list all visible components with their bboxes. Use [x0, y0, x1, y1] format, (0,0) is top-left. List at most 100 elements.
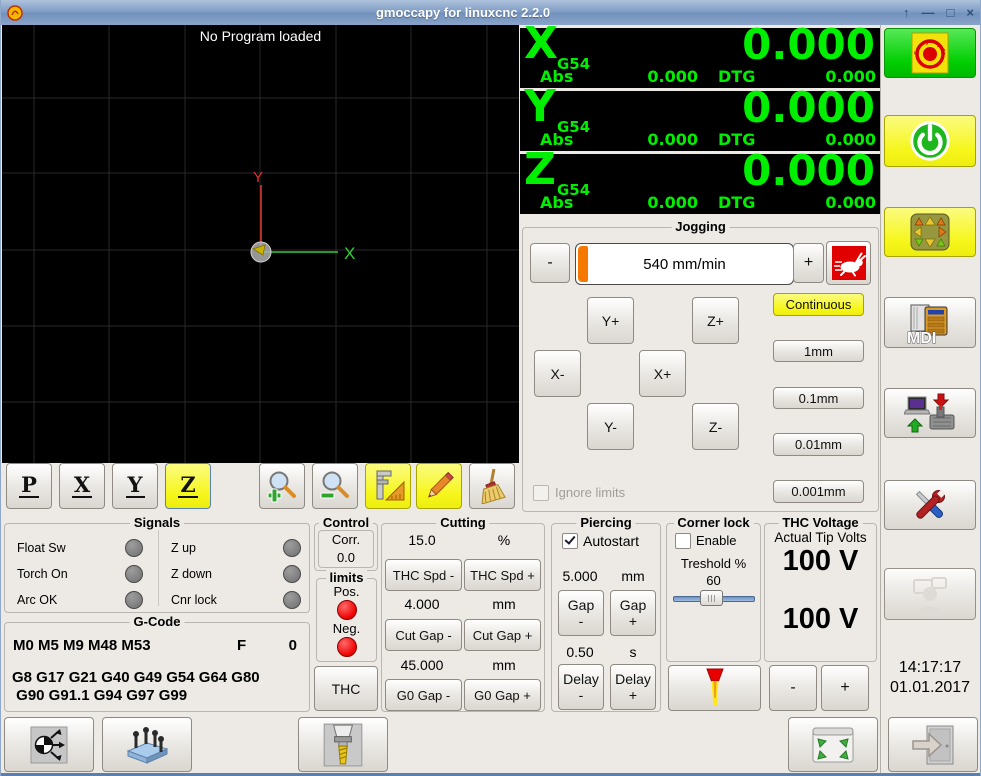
cut-gap-plus-button[interactable]: Cut Gap + — [464, 619, 541, 651]
zoom-out-icon — [320, 471, 349, 499]
pencil-icon — [427, 471, 454, 498]
zoom-in-icon — [267, 471, 296, 503]
auto-mode-button[interactable] — [884, 388, 976, 438]
dro-z-abs-value: 0.000 — [647, 193, 698, 212]
jog-speed-slider[interactable]: 540 mm/min — [575, 243, 794, 285]
user-settings-button — [884, 568, 976, 620]
manual-mode-button[interactable] — [884, 207, 976, 257]
thc-button[interactable]: THC — [314, 666, 378, 711]
gcode-preview[interactable]: Y X No Program loaded — [2, 25, 519, 463]
jog-z-plus-button[interactable]: Z+ — [692, 297, 739, 344]
jog-arrows-icon — [910, 213, 950, 251]
thc-speed-plus-button[interactable]: THC Spd + — [464, 559, 541, 591]
correction-display: Corr. 0.0 — [318, 530, 374, 568]
limits-title: limits — [325, 570, 368, 585]
jog-y-plus-button[interactable]: Y+ — [587, 297, 634, 344]
increment-1mm-button[interactable]: 1mm — [773, 340, 864, 362]
jog-speed-plus-button[interactable]: + — [793, 243, 824, 283]
window-title: gmoccapy for linuxcnc 2.2.0 — [375, 5, 551, 20]
g0-gap-unit: mm — [492, 657, 516, 673]
jog-x-minus-button[interactable]: X- — [534, 350, 581, 397]
threshold-value: 60 — [706, 573, 721, 588]
pierce-delay-minus-button[interactable]: Delay - — [558, 664, 604, 710]
dro-axis-y[interactable]: Y G54 0.000 Abs 0.000 DTG 0.000 — [520, 82, 881, 151]
machine-on-button[interactable] — [884, 115, 976, 167]
rabbit-icon — [831, 246, 866, 280]
touch-off-button[interactable] — [4, 717, 94, 772]
increment-0p1mm-button[interactable]: 0.1mm — [773, 387, 864, 409]
dro-x-value: 0.000 — [742, 20, 875, 69]
close-icon[interactable]: × — [966, 5, 974, 20]
settings-button[interactable] — [884, 480, 976, 530]
touch-plate-icon — [126, 726, 169, 764]
limits-frame: limits Pos. Neg. — [316, 570, 377, 662]
pierce-gap-minus-button[interactable]: Gap - — [558, 590, 604, 636]
app-icon — [7, 4, 23, 21]
g0-gap-minus-button[interactable]: G0 Gap - — [385, 679, 462, 711]
tool-change-button[interactable] — [298, 717, 388, 772]
zoom-in-button[interactable] — [259, 463, 305, 509]
power-icon — [910, 121, 950, 161]
threshold-slider-handle[interactable] — [700, 590, 723, 606]
dro-axis-z[interactable]: Z G54 0.000 Abs 0.000 DTG 0.000 — [520, 145, 881, 214]
jog-x-plus-button[interactable]: X+ — [639, 350, 686, 397]
g0-gap-plus-button[interactable]: G0 Gap + — [464, 679, 541, 711]
minimize-icon[interactable]: — — [922, 5, 935, 20]
x-axis-label: X — [344, 244, 355, 263]
jogging-frame: Jogging - 540 mm/min + Y+ Z+ X- X+ Y- Z-… — [522, 219, 879, 512]
dro-x-letter: X — [524, 18, 558, 69]
increment-continuous-button[interactable]: Continuous — [773, 293, 864, 316]
signal-float-sw-led — [125, 539, 143, 557]
zero-offset-icon — [30, 726, 68, 763]
threshold-label: Treshold % — [680, 556, 747, 571]
jog-z-minus-button[interactable]: Z- — [692, 403, 739, 450]
view-p-button[interactable]: P — [6, 463, 52, 509]
fullscreen-button[interactable] — [788, 717, 878, 772]
cut-gap-minus-button[interactable]: Cut Gap - — [385, 619, 462, 651]
view-x-button[interactable]: X — [59, 463, 105, 509]
thc-actual-voltage: 100 V — [782, 603, 859, 635]
threshold-slider[interactable] — [673, 590, 755, 606]
thc-voltage-plus-button[interactable]: + — [821, 665, 869, 711]
pierce-gap-plus-button[interactable]: Gap + — [610, 590, 656, 636]
y-axis-label: Y — [253, 169, 263, 186]
exit-button[interactable] — [888, 717, 978, 772]
increment-0p01mm-button[interactable]: 0.01mm — [773, 433, 864, 456]
thc-voltage-title: THC Voltage — [778, 515, 863, 530]
user-icon — [913, 577, 947, 614]
dro-z-value: 0.000 — [742, 146, 875, 195]
exit-door-icon — [912, 725, 954, 764]
signals-title: Signals — [129, 515, 185, 530]
shade-icon[interactable]: ↑ — [903, 5, 910, 20]
clear-plot-button[interactable] — [469, 463, 515, 509]
limit-pos-label: Pos. — [333, 584, 360, 599]
clock-date: 01.01.2017 — [889, 679, 971, 696]
ignore-limits-checkbox[interactable] — [533, 485, 549, 501]
dro-axis-x[interactable]: X G54 0.000 Abs 0.000 DTG 0.000 — [520, 19, 881, 88]
signal-arc-ok-led — [125, 591, 143, 609]
pierce-delay-unit: s — [629, 644, 637, 660]
jog-speed-minus-button[interactable]: - — [530, 243, 570, 283]
turtle-rabbit-toggle-button[interactable] — [826, 241, 871, 285]
increment-0p001mm-button[interactable]: 0.001mm — [773, 480, 864, 503]
thc-speed-unit: % — [497, 532, 511, 548]
gcode-active-codes-2: G90 G91.1 G94 G97 G99 — [12, 687, 188, 704]
autostart-checkbox[interactable] — [562, 533, 578, 549]
thc-voltage-minus-button[interactable]: - — [769, 665, 817, 711]
torch-button[interactable] — [668, 665, 761, 711]
maximize-icon[interactable]: □ — [947, 5, 955, 20]
view-y-button[interactable]: Y — [112, 463, 158, 509]
view-z-button[interactable]: Z — [165, 463, 211, 509]
emergency-stop-button[interactable]: Emergency-Stop — [884, 28, 976, 78]
zoom-out-button[interactable] — [312, 463, 358, 509]
jog-y-minus-button[interactable]: Y- — [587, 403, 634, 450]
clock-time: 14:17:17 — [898, 659, 962, 676]
dimensions-button[interactable] — [365, 463, 411, 509]
mdi-mode-button[interactable]: MDI — [884, 297, 976, 348]
corner-lock-enable-checkbox[interactable] — [675, 533, 691, 549]
pierce-delay-plus-button[interactable]: Delay + — [610, 664, 656, 710]
edit-button[interactable] — [416, 463, 462, 509]
control-title: Control — [318, 515, 374, 530]
block-height-button[interactable] — [102, 717, 192, 772]
thc-speed-minus-button[interactable]: THC Spd - — [385, 559, 462, 591]
